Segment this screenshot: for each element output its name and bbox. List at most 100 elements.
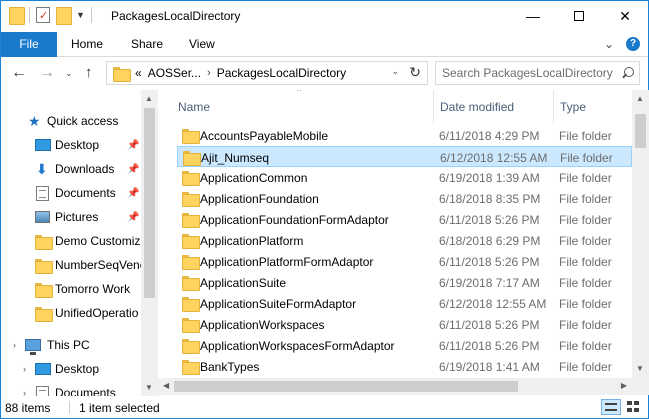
title-bar: ✓ ▼ PackagesLocalDirectory — ✕: [1, 1, 648, 32]
address-bar[interactable]: « AOSSer... › PackagesLocalDirectory ⌄ ↻: [106, 61, 428, 85]
scroll-right-icon[interactable]: ▶: [621, 381, 627, 390]
new-folder-icon[interactable]: [56, 7, 72, 25]
table-row[interactable]: Ajit_Numseq 6/12/2018 12:55 AM File folder: [177, 146, 632, 167]
desktop-icon: [35, 139, 51, 151]
folder-icon: [183, 151, 201, 166]
sidebar-item-unifiedoperatio[interactable]: UnifiedOperatio: [1, 301, 141, 325]
file-date-modified: 6/19/2018 1:41 AM: [439, 360, 540, 374]
file-type: File folder: [559, 171, 612, 185]
details-view-button[interactable]: [601, 399, 621, 415]
folder-icon: [182, 129, 200, 144]
address-history-chevron-icon[interactable]: ⌄: [391, 66, 399, 77]
forward-arrow-icon[interactable]: →: [39, 64, 55, 82]
back-arrow-icon[interactable]: ←: [11, 64, 27, 82]
large-icons-view-button[interactable]: [624, 399, 644, 415]
file-list-scrollbar[interactable]: ▲ ▼: [632, 90, 649, 378]
file-name: AccountsPayableMobile: [200, 129, 329, 143]
scroll-down-icon[interactable]: ▼: [145, 383, 153, 392]
minimize-button[interactable]: —: [510, 1, 556, 31]
table-row[interactable]: ApplicationWorkspacesFormAdaptor 6/11/201…: [177, 335, 632, 356]
sidebar-item-numberseqvenc[interactable]: NumberSeqVenc: [1, 253, 141, 277]
pin-icon: 📌: [127, 139, 140, 151]
file-date-modified: 6/11/2018 5:26 PM: [439, 255, 540, 269]
column-header-date-modified[interactable]: Date modified: [440, 100, 514, 114]
scroll-down-icon[interactable]: ▼: [636, 364, 644, 373]
sidebar-item-label: NumberSeqVenc: [55, 258, 141, 272]
file-list-horizontal-scrollbar[interactable]: ◀ ▶: [158, 378, 632, 395]
table-row[interactable]: AccountsPayableMobile 6/11/2018 4:29 PM Fi…: [177, 125, 632, 146]
table-row[interactable]: ApplicationFoundationFormAdaptor 6/11/201…: [177, 209, 632, 230]
breadcrumb-item[interactable]: AOSSer...: [148, 66, 201, 80]
table-row[interactable]: ApplicationCommon 6/19/2018 1:39 AM File f…: [177, 167, 632, 188]
column-header-name[interactable]: Name: [178, 100, 210, 114]
scrollbar-thumb[interactable]: [144, 108, 155, 298]
expand-chevron-icon[interactable]: ›: [23, 388, 26, 396]
scrollbar-thumb[interactable]: [174, 381, 518, 392]
table-row[interactable]: ApplicationPlatform 6/18/2018 6:29 PM File…: [177, 230, 632, 251]
expand-ribbon-chevron-icon[interactable]: ⌄: [604, 37, 614, 51]
sidebar-item-tomorro-work[interactable]: Tomorro Work: [1, 277, 141, 301]
window-folder-icon: [9, 7, 25, 25]
table-row[interactable]: ApplicationSuiteFormAdaptor 6/12/2018 12:…: [177, 293, 632, 314]
sidebar-item-label: This PC: [47, 338, 90, 352]
customize-toolbar-chevron-icon[interactable]: ▼: [76, 10, 85, 20]
sidebar-item-pictures[interactable]: Pictures 📌: [1, 205, 141, 229]
tab-share[interactable]: Share: [131, 32, 163, 57]
toolbar-divider: [90, 7, 92, 23]
quick-access-toolbar: ✓ ▼: [9, 7, 92, 25]
breadcrumb-item[interactable]: PackagesLocalDirectory: [217, 66, 346, 80]
search-box[interactable]: Search PackagesLocalDirectory: [435, 61, 640, 85]
tab-file[interactable]: File: [1, 32, 57, 57]
table-row[interactable]: ApplicationSuite 6/19/2018 7:17 AM File fo…: [177, 272, 632, 293]
table-row[interactable]: ApplicationFoundation 6/18/2018 8:35 PM Fi…: [177, 188, 632, 209]
search-input[interactable]: Search PackagesLocalDirectory: [442, 66, 613, 80]
expand-chevron-icon[interactable]: ›: [13, 340, 16, 350]
navigation-pane-scrollbar[interactable]: ▲ ▼: [141, 90, 158, 396]
download-icon: ⬇: [36, 160, 48, 177]
address-folder-icon: [113, 66, 131, 82]
properties-icon[interactable]: ✓: [36, 7, 50, 23]
expand-chevron-icon[interactable]: ›: [23, 364, 26, 374]
table-row[interactable]: ApplicationPlatformFormAdaptor 6/11/2018 …: [177, 251, 632, 272]
sidebar-item-desktop[interactable]: Desktop 📌: [1, 133, 141, 157]
scrollbar-thumb[interactable]: [635, 114, 646, 148]
scroll-up-icon[interactable]: ▲: [145, 94, 153, 103]
sidebar-item-demo-customiz[interactable]: Demo Customiz: [1, 229, 141, 253]
up-arrow-icon[interactable]: ↑: [85, 64, 93, 81]
sidebar-item-downloads[interactable]: ⬇ Downloads 📌: [1, 157, 141, 181]
sidebar-item-label: Downloads: [55, 162, 115, 176]
scroll-left-icon[interactable]: ◀: [163, 381, 169, 390]
table-row[interactable]: BankTypes 6/19/2018 1:41 AM File folder: [177, 356, 632, 377]
file-name: ApplicationPlatformFormAdaptor: [200, 255, 374, 269]
tab-view[interactable]: View: [189, 32, 215, 57]
sidebar-item-this-pc[interactable]: › This PC: [1, 333, 141, 357]
column-divider[interactable]: [553, 90, 554, 123]
file-name: ApplicationSuiteFormAdaptor: [200, 297, 357, 311]
maximize-button[interactable]: [556, 1, 602, 31]
table-row[interactable]: ApplicationWorkspaces 6/11/2018 5:26 PM Fi…: [177, 314, 632, 335]
help-icon[interactable]: ?: [626, 37, 640, 51]
refresh-icon[interactable]: ↻: [409, 64, 421, 81]
sidebar-item-documents[interactable]: Documents 📌: [1, 181, 141, 205]
breadcrumb-overflow-icon[interactable]: «: [135, 66, 142, 80]
file-date-modified: 6/18/2018 8:35 PM: [439, 192, 541, 206]
tab-home[interactable]: Home: [71, 32, 103, 57]
column-divider[interactable]: [433, 90, 434, 123]
file-name: ApplicationFoundationFormAdaptor: [200, 213, 389, 227]
star-icon: ★: [28, 112, 41, 129]
sidebar-item-label: Documents: [55, 386, 116, 396]
search-icon[interactable]: [621, 67, 634, 79]
desktop-icon: [35, 363, 51, 375]
file-name: ApplicationWorkspacesFormAdaptor: [200, 339, 395, 353]
file-name: ApplicationWorkspaces: [200, 318, 325, 332]
recent-locations-chevron-icon[interactable]: ⌄: [65, 68, 73, 79]
breadcrumb-separator-icon[interactable]: ›: [207, 67, 211, 79]
column-header-type[interactable]: Type: [560, 100, 586, 114]
sidebar-item-pc-desktop[interactable]: › Desktop: [1, 357, 141, 381]
file-date-modified: 6/11/2018 5:26 PM: [439, 318, 540, 332]
sidebar-item-quick-access[interactable]: ★ Quick access: [1, 109, 141, 133]
close-button[interactable]: ✕: [602, 1, 648, 31]
scroll-up-icon[interactable]: ▲: [636, 94, 644, 103]
sidebar-item-pc-documents[interactable]: › Documents: [1, 381, 141, 396]
scrollbar-corner: [632, 378, 649, 395]
